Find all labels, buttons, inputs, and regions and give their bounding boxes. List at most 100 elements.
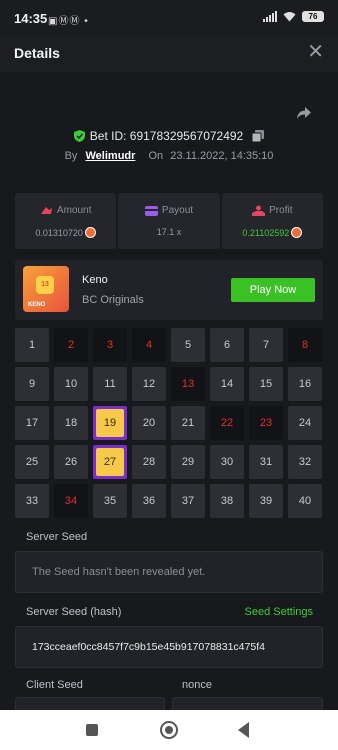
profit-value: 0.21102592 — [242, 227, 290, 238]
keno-cell-30: 30 — [210, 445, 244, 479]
keno-cell-21: 21 — [171, 406, 205, 440]
username-link[interactable]: Welimudr — [86, 150, 136, 162]
profit-label-row: Profit — [222, 205, 323, 216]
keno-cell-5: 5 — [171, 328, 205, 362]
keno-cell-34: 34 — [54, 484, 88, 518]
keno-thumbnail[interactable]: 13 KENO — [23, 266, 69, 312]
details-header: Details ✕ — [0, 34, 338, 72]
nonce-label: nonce — [182, 679, 212, 691]
keno-cell-26: 26 — [54, 445, 88, 479]
keno-cell-23: 23 — [249, 406, 283, 440]
keno-cell-1: 1 — [15, 328, 49, 362]
home-icon[interactable] — [160, 721, 178, 739]
keno-cell-38: 38 — [210, 484, 244, 518]
thumbnail-number: 13 — [36, 276, 54, 294]
client-seed-label: Client Seed — [26, 679, 83, 691]
profit-label: Profit — [269, 205, 293, 216]
game-provider: BC Originals — [82, 294, 144, 306]
keno-cell-16: 16 — [288, 367, 322, 401]
keno-cell-4: 4 — [132, 328, 166, 362]
client-seed-field[interactable] — [15, 697, 165, 711]
notification-icons: ▣ⓂⓂ • — [48, 16, 89, 27]
bet-id: Bet ID: 69178329567072492 — [89, 129, 244, 143]
keno-cell-7: 7 — [249, 328, 283, 362]
thumbnail-label: KENO — [28, 302, 46, 308]
recent-apps-icon[interactable] — [86, 724, 98, 736]
profit-value-row: 0.21102592 — [222, 227, 323, 238]
game-name: Keno — [82, 274, 108, 286]
amount-value-row: 0.01310720 — [15, 227, 116, 238]
keno-cell-37: 37 — [171, 484, 205, 518]
keno-cell-33: 33 — [15, 484, 49, 518]
nonce-field[interactable] — [172, 697, 323, 711]
keno-cell-9: 9 — [15, 367, 49, 401]
keno-cell-11: 11 — [93, 367, 127, 401]
back-icon[interactable] — [238, 722, 249, 738]
on-label: On — [148, 150, 164, 162]
keno-cell-36: 36 — [132, 484, 166, 518]
battery-icon: 76 — [302, 11, 324, 22]
keno-cell-25: 25 — [15, 445, 49, 479]
keno-cell-19: 19 — [93, 406, 127, 440]
wallet-icon — [144, 205, 158, 216]
status-right: 76 — [263, 11, 324, 22]
keno-cell-24: 24 — [288, 406, 322, 440]
payout-stat: Payout 17.1 x — [118, 193, 220, 249]
amount-stat: Amount 0.01310720 — [15, 193, 117, 249]
coin-icon — [84, 227, 96, 238]
keno-cell-12: 12 — [132, 367, 166, 401]
keno-cell-14: 14 — [210, 367, 244, 401]
profit-stat: Profit 0.21102592 — [221, 193, 323, 249]
wifi-icon — [283, 12, 296, 22]
status-bar: 14:35 ▣ⓂⓂ • 76 — [0, 0, 338, 34]
keno-cell-32: 32 — [288, 445, 322, 479]
keno-cell-20: 20 — [132, 406, 166, 440]
server-seed-hash-field[interactable]: 173cceaef0cc8457f7c9b15e45b917078831c475… — [15, 626, 323, 668]
keno-cell-39: 39 — [249, 484, 283, 518]
server-seed-hash-label: Server Seed (hash) — [26, 606, 122, 618]
server-seed-label: Server Seed — [26, 531, 88, 543]
keno-cell-17: 17 — [15, 406, 49, 440]
bet-stats: Amount 0.01310720 Payout 17.1 x Profit 0… — [15, 193, 323, 249]
by-label: By — [64, 150, 78, 162]
keno-cell-15: 15 — [249, 367, 283, 401]
profit-hand-icon — [252, 205, 266, 216]
keno-cell-3: 3 — [93, 328, 127, 362]
seed-settings-link[interactable]: Seed Settings — [245, 606, 314, 618]
keno-cell-13: 13 — [171, 367, 205, 401]
keno-cell-29: 29 — [171, 445, 205, 479]
keno-cell-8: 8 — [288, 328, 322, 362]
keno-board: 1 2 3 4 5 6 7 8 9 10 11 12 13 14 15 16 17 18 19 20 21 22 23 24 2… — [15, 328, 323, 518]
keno-cell-40: 40 — [288, 484, 322, 518]
keno-cell-18: 18 — [54, 406, 88, 440]
copy-icon[interactable] — [252, 130, 265, 142]
game-card: 13 KENO Keno BC Originals Play Now — [15, 260, 323, 320]
bet-byline: By Welimudr On 23.11.2022, 14:35:10 — [0, 150, 338, 162]
close-icon[interactable]: ✕ — [307, 41, 324, 63]
keno-cell-27: 27 — [93, 445, 127, 479]
signal-icon — [263, 11, 277, 22]
coin-icon — [291, 227, 303, 238]
share-icon[interactable] — [296, 106, 312, 120]
bet-id-row: Bet ID: 69178329567072492 — [0, 129, 338, 143]
status-time: 14:35 — [14, 11, 48, 26]
keno-cell-6: 6 — [210, 328, 244, 362]
amount-label: Amount — [56, 205, 92, 216]
keno-cell-35: 35 — [93, 484, 127, 518]
payout-label-row: Payout — [118, 205, 219, 216]
page-title: Details — [14, 45, 60, 61]
play-now-button[interactable]: Play Now — [231, 278, 315, 302]
server-seed-field: The Seed hasn't been revealed yet. — [15, 551, 323, 593]
keno-cell-2: 2 — [54, 328, 88, 362]
payout-value-row: 17.1 x — [118, 227, 219, 237]
coins-icon — [40, 207, 52, 214]
keno-match-number: 27 — [96, 448, 124, 476]
shield-check-icon — [73, 130, 85, 142]
bet-datetime: 23.11.2022, 14:35:10 — [170, 150, 274, 162]
keno-match-number: 19 — [96, 409, 124, 437]
keno-cell-31: 31 — [249, 445, 283, 479]
amount-label-row: Amount — [15, 205, 116, 216]
system-nav-bar — [0, 710, 338, 750]
keno-cell-22: 22 — [210, 406, 244, 440]
amount-value: 0.01310720 — [35, 227, 83, 238]
